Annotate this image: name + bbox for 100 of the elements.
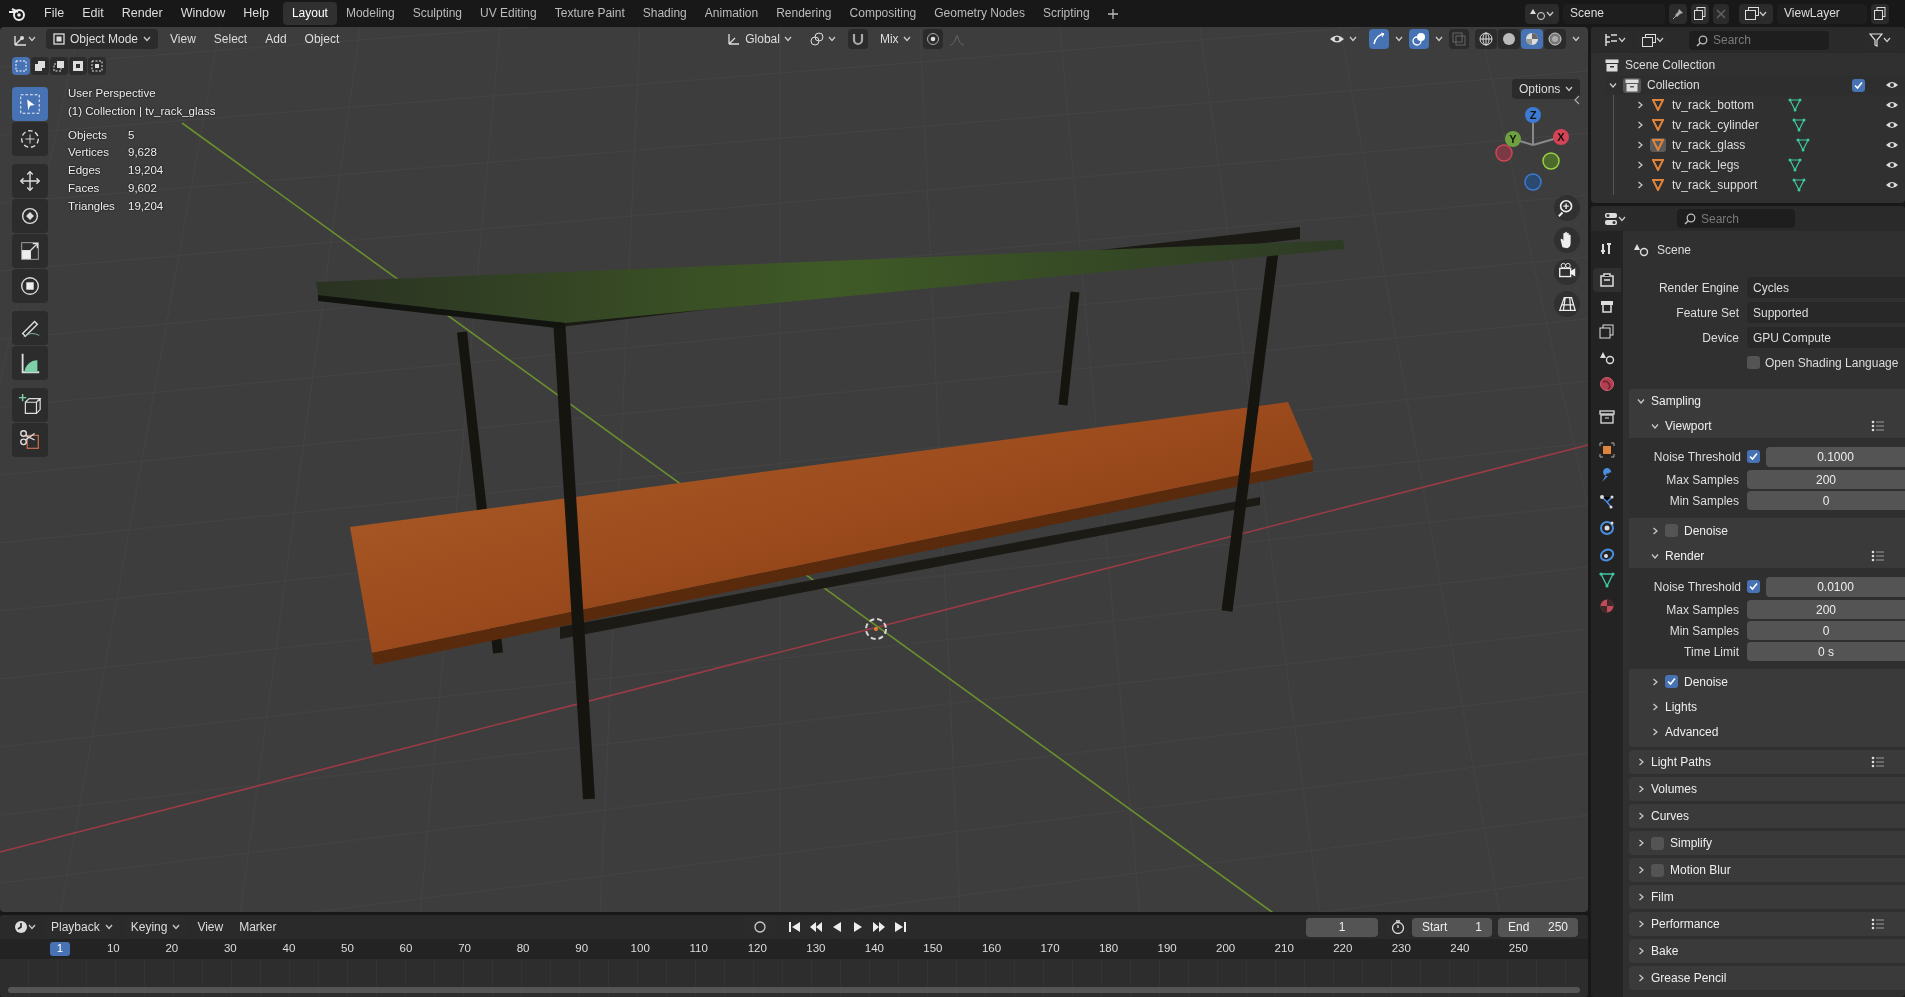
number-field[interactable]: 200 — [1747, 470, 1905, 490]
workspace-tab[interactable]: Shading — [633, 2, 696, 25]
field-label: Min Samples — [1668, 493, 1740, 508]
workspace-tab[interactable]: UV Editing — [471, 2, 546, 25]
frame-number: 60 — [398, 942, 414, 956]
frame-number: 160 — [980, 942, 1003, 956]
playhead-frame[interactable]: 1 — [50, 942, 70, 956]
context-path: Scene — [1657, 243, 1692, 258]
menu-item[interactable]: Object — [298, 29, 346, 49]
frame-number: 220 — [1332, 942, 1354, 956]
menu-item[interactable]: Render — [113, 3, 171, 24]
panel-header[interactable]: Sampling — [1629, 389, 1905, 414]
workspace-tab[interactable]: Texture Paint — [545, 2, 634, 25]
panel-header[interactable]: Bake — [1629, 939, 1905, 964]
panel-header[interactable]: Film — [1629, 885, 1905, 910]
number-field[interactable]: 0.1000 — [1766, 446, 1905, 467]
scene-field[interactable]: Scene — [1563, 3, 1665, 24]
frame-number: 120 — [746, 942, 768, 956]
menu-item[interactable]: File — [36, 3, 73, 24]
frame-number: 100 — [629, 942, 651, 956]
frame-number: 190 — [1156, 942, 1178, 956]
search-field[interactable]: Search — [1689, 30, 1829, 50]
axis-handle[interactable]: Y — [1505, 131, 1521, 147]
snap-target-dropdown[interactable]: Mix — [873, 29, 917, 49]
menu-item[interactable]: View — [191, 917, 230, 937]
workspace-tab[interactable]: Layout — [282, 2, 337, 25]
checkbox-option[interactable]: Open Shading Language — [1747, 355, 1899, 370]
view-layer-field[interactable]: ViewLayer — [1777, 3, 1867, 24]
panel-header[interactable]: Light Paths — [1629, 750, 1905, 775]
frame-number: 80 — [515, 942, 531, 956]
start-frame-field[interactable]: Start 1 — [1412, 917, 1492, 937]
workspace-tab[interactable]: Geometry Nodes — [925, 2, 1034, 25]
frame-number: 20 — [164, 942, 180, 956]
field-label: Feature Set — [1675, 305, 1740, 320]
stat-value: 9,628 — [128, 146, 157, 161]
frame-number: 90 — [574, 942, 590, 956]
stat-label: Faces — [68, 182, 100, 196]
frame-number: 200 — [1215, 942, 1237, 956]
panel-header[interactable]: Volumes — [1629, 777, 1905, 802]
tree-item-label[interactable]: tv_rack_support — [1672, 177, 1772, 193]
menu-item[interactable]: Marker — [233, 917, 283, 937]
stat-label: Edges — [68, 164, 101, 178]
dropdown-field[interactable]: Supported — [1747, 302, 1905, 324]
tree-item-label[interactable]: tv_rack_bottom — [1672, 97, 1772, 113]
number-field[interactable]: 0 — [1747, 491, 1905, 511]
tree-item-label[interactable]: Scene Collection — [1625, 57, 1716, 73]
menu-item[interactable]: View — [164, 29, 202, 49]
menu-item[interactable]: Edit — [74, 3, 112, 24]
stat-value: 19,204 — [128, 199, 164, 214]
menu-item[interactable]: Select — [207, 29, 254, 49]
tree-item-label[interactable]: tv_rack_glass — [1672, 137, 1772, 153]
workspace-tab[interactable]: Modeling — [336, 2, 404, 25]
subpanel-header[interactable]: Lights — [1629, 694, 1905, 720]
number-field[interactable]: 0.0100 — [1766, 576, 1905, 597]
options-dropdown[interactable]: Options — [1512, 79, 1581, 99]
menu-item[interactable]: Window — [172, 3, 234, 24]
menu-item[interactable]: Help — [235, 3, 277, 24]
active-object-context: (1) Collection | tv_rack_glass — [68, 104, 216, 119]
number-field[interactable]: 200 — [1747, 600, 1905, 620]
frame-number: 130 — [805, 942, 827, 956]
frame-number: 240 — [1449, 942, 1471, 956]
subpanel-header[interactable]: Advanced — [1629, 719, 1905, 745]
panel-header[interactable]: Performance — [1629, 912, 1905, 937]
dropdown-field[interactable]: Cycles — [1747, 277, 1905, 299]
number-field[interactable]: 0 s — [1747, 642, 1905, 662]
tree-item-label[interactable]: tv_rack_legs — [1672, 157, 1772, 173]
mode-dropdown[interactable]: Object Mode — [46, 29, 159, 49]
subpanel-header[interactable]: Denoise — [1629, 669, 1905, 695]
workspace-tab[interactable]: Scripting — [1033, 2, 1099, 25]
field-label: Noise Threshold — [1652, 579, 1742, 594]
workspace-tab[interactable]: Animation — [695, 2, 768, 25]
menu-item[interactable]: Add — [259, 29, 293, 49]
axis-handle[interactable]: Z — [1525, 107, 1541, 123]
field-label: Min Samples — [1668, 623, 1740, 638]
field-label: Max Samples — [1665, 472, 1740, 487]
subpanel-header[interactable]: Viewport — [1629, 413, 1905, 439]
number-field[interactable]: 0 — [1747, 621, 1905, 641]
panel-header[interactable]: Simplify — [1629, 831, 1905, 856]
frame-number: 250 — [1507, 942, 1529, 956]
orientation-dropdown[interactable]: Global — [721, 29, 798, 49]
stat-value: 5 — [128, 128, 135, 143]
workspace-tab[interactable]: Sculpting — [403, 2, 471, 25]
tree-item-label[interactable]: Collection — [1647, 77, 1700, 93]
workspace-tab[interactable]: Rendering — [767, 2, 841, 25]
field-label: Max Samples — [1665, 602, 1740, 617]
dropdown-field[interactable]: GPU Compute — [1747, 327, 1905, 349]
axis-handle[interactable]: X — [1553, 129, 1569, 145]
frame-number: 110 — [688, 942, 709, 956]
search-field[interactable]: Search — [1677, 209, 1795, 229]
panel-header[interactable]: Motion Blur — [1629, 858, 1905, 883]
end-frame-field[interactable]: End 250 — [1498, 917, 1578, 937]
workspace-tab[interactable]: Compositing — [840, 2, 926, 25]
frame-number: 150 — [922, 942, 944, 956]
stat-value: 9,602 — [128, 182, 157, 196]
current-frame-field[interactable]: 1 — [1306, 917, 1378, 937]
panel-header[interactable]: Grease Pencil — [1629, 966, 1905, 991]
subpanel-header[interactable]: Denoise — [1629, 518, 1905, 544]
subpanel-header[interactable]: Render — [1629, 543, 1905, 569]
tree-item-label[interactable]: tv_rack_cylinder — [1672, 117, 1772, 133]
panel-header[interactable]: Curves — [1629, 804, 1905, 829]
